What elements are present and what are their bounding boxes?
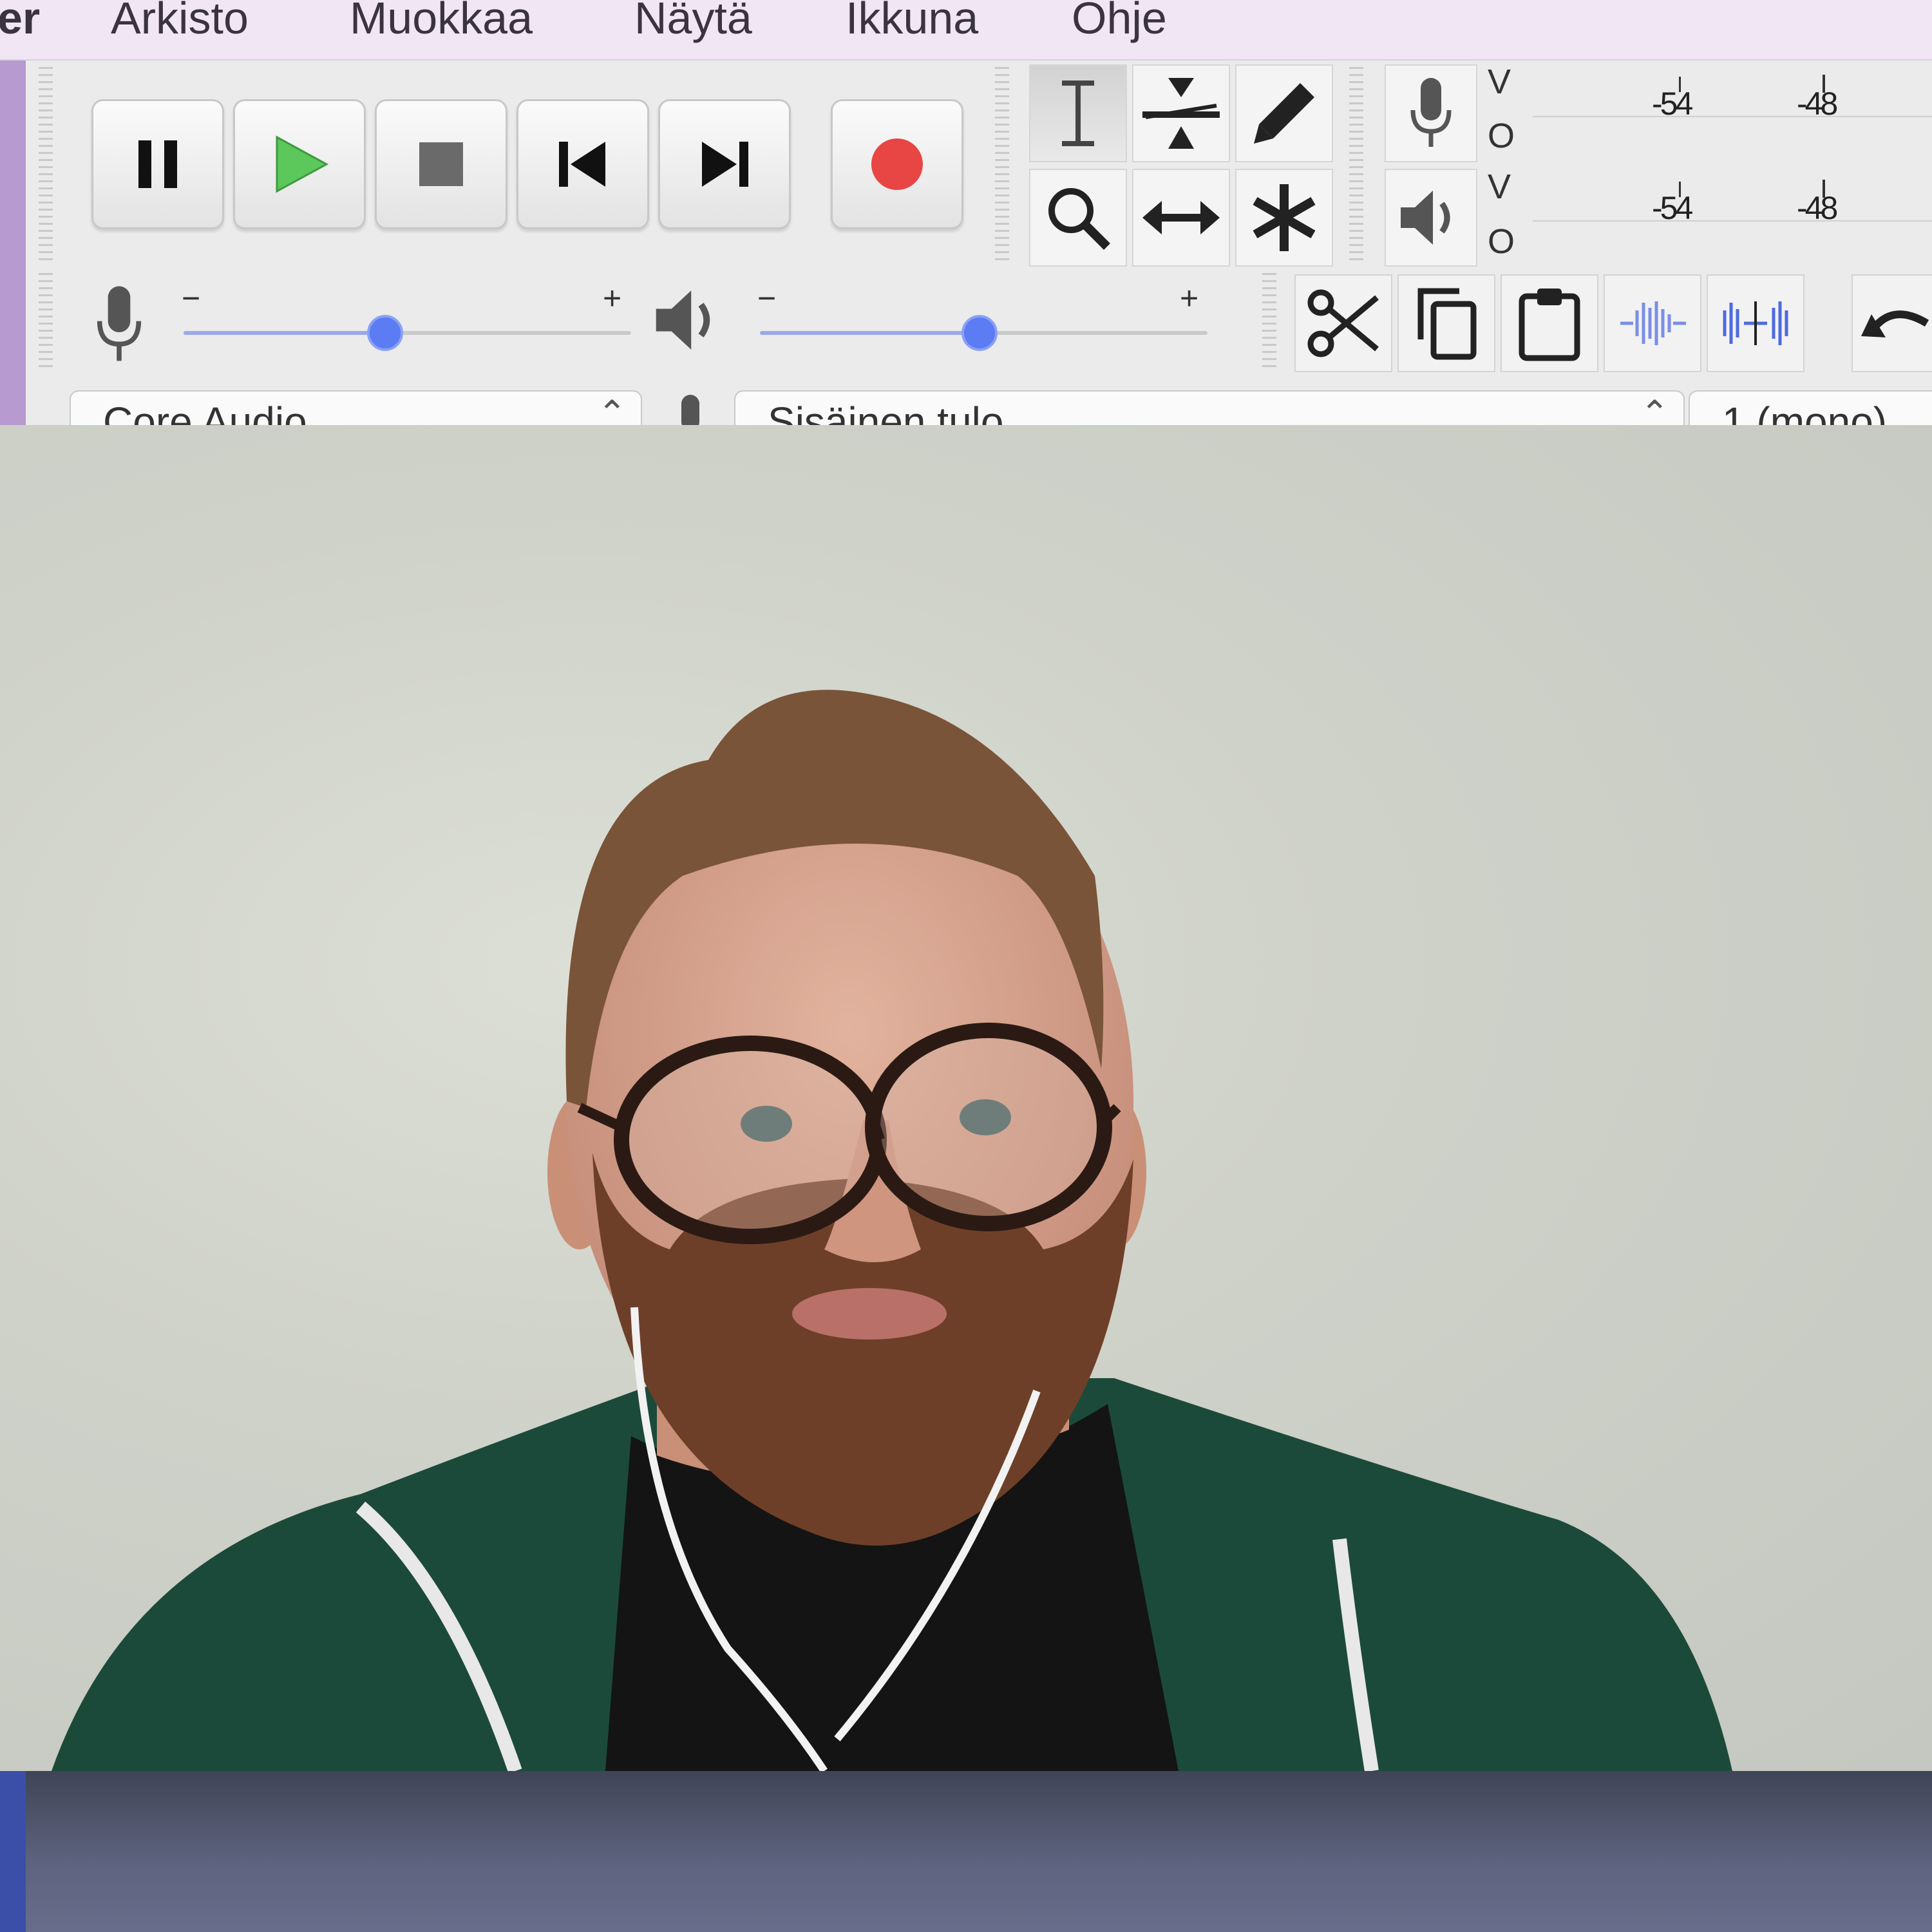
magnifier-icon bbox=[1048, 188, 1110, 250]
speaker-icon bbox=[656, 290, 710, 350]
scissors-icon bbox=[1307, 289, 1379, 357]
draw-tool[interactable] bbox=[1235, 64, 1333, 162]
menu-arkisto[interactable]: Arkisto bbox=[111, 0, 249, 44]
menu-bar: er Arkisto Muokkaa Näytä Ikkuna Ohje bbox=[0, 0, 1932, 61]
stop-button[interactable] bbox=[375, 99, 507, 229]
play-button[interactable] bbox=[233, 99, 366, 229]
skip-to-end-icon bbox=[702, 142, 748, 187]
playback-meter-track[interactable] bbox=[1533, 220, 1932, 222]
skip-to-start-button[interactable] bbox=[516, 99, 649, 229]
person-image bbox=[52, 690, 1732, 1771]
envelope-icon bbox=[1142, 78, 1220, 149]
meter-grip[interactable] bbox=[1349, 67, 1363, 260]
record-meter-tick-label: -54 bbox=[1652, 86, 1693, 122]
menu-ohje[interactable]: Ohje bbox=[1072, 0, 1167, 44]
silence-button[interactable] bbox=[1707, 274, 1804, 372]
paste-button[interactable] bbox=[1501, 274, 1598, 372]
microphone-icon bbox=[1410, 78, 1452, 147]
copy-icon bbox=[1417, 288, 1477, 360]
skip-to-start-icon bbox=[559, 142, 605, 187]
webcam-video bbox=[0, 425, 1932, 1771]
toolbar-area: V O V O -54 -48 -54 -48 − + − + Core Aud… bbox=[0, 61, 1932, 438]
menu-ikkuna[interactable]: Ikkuna bbox=[846, 0, 978, 44]
playback-meter-button[interactable] bbox=[1385, 169, 1477, 267]
asterisk-icon bbox=[1253, 184, 1316, 251]
playback-meter-right-label: O bbox=[1488, 222, 1515, 261]
skip-to-end-button[interactable] bbox=[658, 99, 791, 229]
zoom-tool[interactable] bbox=[1029, 169, 1127, 267]
clipboard-icon bbox=[1519, 289, 1580, 361]
transport-grip[interactable] bbox=[39, 67, 53, 260]
record-button[interactable] bbox=[831, 99, 963, 229]
playback-volume-fill bbox=[760, 331, 980, 335]
menu-muokkaa[interactable]: Muokkaa bbox=[350, 0, 533, 44]
menu-nayta[interactable]: Näytä bbox=[634, 0, 752, 44]
i-beam-icon bbox=[1062, 80, 1094, 146]
undo-icon bbox=[1861, 310, 1929, 337]
edit-grip[interactable] bbox=[1262, 273, 1276, 370]
stop-icon bbox=[419, 142, 463, 186]
recording-volume-minus: − bbox=[182, 280, 201, 316]
playback-volume-minus: − bbox=[757, 280, 777, 316]
record-icon bbox=[871, 138, 923, 190]
double-arrow-icon bbox=[1142, 201, 1220, 234]
recording-volume-fill bbox=[184, 331, 385, 335]
desktop-edge-strip bbox=[0, 1771, 26, 1932]
record-meter-right-label: O bbox=[1488, 117, 1515, 155]
silence-audio-icon bbox=[1723, 301, 1788, 345]
playback-volume-icon bbox=[650, 285, 728, 359]
time-shift-tool[interactable] bbox=[1132, 169, 1230, 267]
recording-volume-icon bbox=[84, 283, 155, 370]
cut-button[interactable] bbox=[1294, 274, 1392, 372]
pause-button[interactable] bbox=[91, 99, 224, 229]
trim-button[interactable] bbox=[1604, 274, 1701, 372]
playback-meter-left-label: V bbox=[1488, 167, 1511, 206]
recording-volume-thumb[interactable] bbox=[366, 315, 403, 351]
bottom-bar bbox=[0, 1771, 1932, 1932]
desktop-edge-strip bbox=[0, 61, 26, 425]
recording-volume-slider[interactable] bbox=[184, 315, 631, 351]
play-icon bbox=[276, 135, 329, 193]
record-meter-left-label: V bbox=[1488, 62, 1511, 101]
playback-meter-tick-label: -54 bbox=[1652, 190, 1693, 226]
record-meter-track[interactable] bbox=[1533, 116, 1932, 117]
undo-button[interactable] bbox=[1852, 274, 1932, 372]
playback-meter-tick-label: -48 bbox=[1797, 190, 1838, 226]
selection-tool[interactable] bbox=[1029, 64, 1127, 162]
speaker-icon bbox=[1401, 191, 1450, 245]
tools-grip[interactable] bbox=[995, 67, 1009, 260]
envelope-tool[interactable] bbox=[1132, 64, 1230, 162]
copy-button[interactable] bbox=[1397, 274, 1495, 372]
record-meter-tick-label: -48 bbox=[1797, 86, 1838, 122]
playback-volume-slider[interactable] bbox=[760, 315, 1208, 351]
recording-volume-plus: + bbox=[603, 280, 622, 316]
record-meter-button[interactable] bbox=[1385, 64, 1477, 162]
trim-audio-icon bbox=[1620, 301, 1686, 345]
microphone-icon bbox=[97, 286, 142, 361]
multi-tool[interactable] bbox=[1235, 169, 1333, 267]
mixer-grip[interactable] bbox=[39, 273, 53, 370]
pencil-icon bbox=[1254, 83, 1314, 144]
pause-icon bbox=[138, 140, 177, 188]
playback-volume-plus: + bbox=[1180, 280, 1199, 316]
menu-app-name[interactable]: er bbox=[0, 0, 40, 44]
playback-volume-thumb[interactable] bbox=[961, 315, 998, 351]
